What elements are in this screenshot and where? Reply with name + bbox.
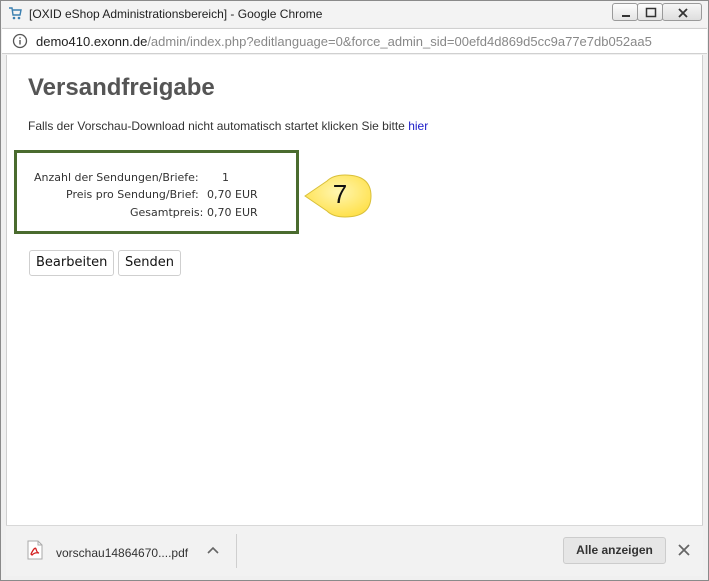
close-window-button[interactable] bbox=[662, 3, 702, 21]
download-bar: vorschau14864670....pdf Alle anzeigen bbox=[6, 525, 703, 576]
pdf-file-icon[interactable] bbox=[26, 540, 44, 560]
window-title: [OXID eShop Administrationsbereich] - Go… bbox=[29, 7, 323, 21]
divider bbox=[236, 534, 237, 568]
close-window-icon bbox=[678, 8, 688, 18]
shipment-count-label: Anzahl der Sendungen/Briefe: bbox=[34, 171, 199, 184]
total-price-value: 0,70 EUR bbox=[207, 206, 258, 219]
send-button[interactable]: Senden bbox=[118, 250, 181, 276]
minimize-icon bbox=[622, 15, 630, 17]
download-file-name[interactable]: vorschau14864670....pdf bbox=[56, 546, 188, 560]
url-text[interactable]: demo410.exonn.de/admin/index.php?editlan… bbox=[36, 34, 652, 49]
unit-price-value: 0,70 EUR bbox=[207, 188, 258, 201]
url-host: demo410.exonn.de bbox=[36, 34, 148, 49]
chevron-up-icon[interactable] bbox=[207, 545, 219, 555]
info-icon[interactable] bbox=[12, 33, 28, 49]
total-price-label: Gesamtpreis: bbox=[130, 206, 204, 219]
title-bar: [OXID eShop Administrationsbereich] - Go… bbox=[1, 1, 708, 27]
page-title: Versandfreigabe bbox=[28, 74, 215, 101]
callout-number: 7 bbox=[332, 179, 348, 209]
maximize-button[interactable] bbox=[637, 3, 663, 21]
minimize-button[interactable] bbox=[612, 3, 638, 21]
download-link[interactable]: hier bbox=[408, 119, 428, 133]
unit-price-label: Preis pro Sendung/Brief: bbox=[66, 188, 199, 201]
close-icon[interactable] bbox=[678, 544, 690, 556]
show-all-downloads-button[interactable]: Alle anzeigen bbox=[563, 537, 666, 564]
maximize-icon bbox=[645, 7, 657, 18]
shipment-count-value: 1 bbox=[222, 171, 229, 184]
page-content: Versandfreigabe Falls der Vorschau-Downl… bbox=[6, 55, 703, 525]
url-path: /admin/index.php?editlanguage=0&force_ad… bbox=[147, 34, 652, 49]
browser-window: [OXID eShop Administrationsbereich] - Go… bbox=[0, 0, 709, 581]
download-notice: Falls der Vorschau-Download nicht automa… bbox=[28, 119, 428, 133]
address-bar[interactable]: demo410.exonn.de/admin/index.php?editlan… bbox=[2, 28, 707, 54]
app-icon bbox=[9, 7, 22, 20]
shipment-summary-box: Anzahl der Sendungen/Briefe: 1 Preis pro… bbox=[14, 150, 299, 234]
notice-text: Falls der Vorschau-Download nicht automa… bbox=[28, 119, 409, 133]
edit-button[interactable]: Bearbeiten bbox=[29, 250, 115, 276]
